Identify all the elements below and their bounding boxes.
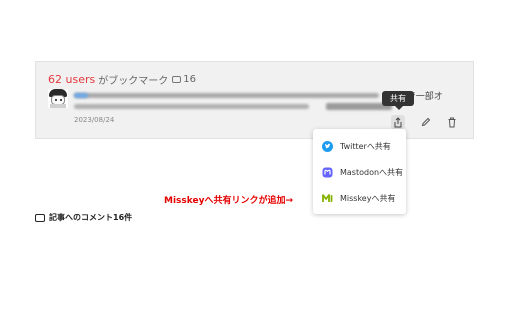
comment-bubble-icon <box>35 213 45 222</box>
blurred-username <box>74 93 88 98</box>
share-button[interactable] <box>391 115 405 129</box>
blurred-comment-line <box>74 104 309 109</box>
twitter-icon <box>322 140 333 152</box>
share-menu-item-misskey[interactable]: Misskeyへ共有 <box>313 185 406 211</box>
blurred-comment-line <box>74 93 379 98</box>
share-tooltip: 共有 <box>382 91 414 110</box>
share-menu-label: Twitterへ共有 <box>340 141 391 151</box>
share-icon <box>394 116 402 127</box>
bookmark-title-suffix: がブックマーク <box>98 76 169 87</box>
share-menu-item-mastodon[interactable]: Mastodonへ共有 <box>313 159 406 185</box>
share-menu-label: Misskeyへ共有 <box>340 193 396 203</box>
trash-icon <box>448 117 456 127</box>
bookmark-header: 62 users がブックマーク 16 <box>48 72 196 87</box>
share-menu-label: Mastodonへ共有 <box>340 167 404 177</box>
mastodon-icon <box>322 167 333 178</box>
edit-button[interactable] <box>419 115 433 129</box>
bookmark-user-count[interactable]: 62 users <box>48 73 95 86</box>
page: 62 users がブックマーク 16 ns+ で一部オ 2023/08/24 <box>0 0 512 320</box>
misskey-icon <box>322 193 333 204</box>
share-menu: Twitterへ共有 Mastodonへ共有 Misskeyへ共有 <box>313 129 406 214</box>
bookmark-date[interactable]: 2023/08/24 <box>74 116 114 124</box>
pencil-icon <box>421 117 431 127</box>
annotation-callout: Misskeyへ共有リンクが追加→ <box>164 196 294 206</box>
delete-button[interactable] <box>445 115 459 129</box>
bookmark-comment-count: 16 <box>183 74 196 85</box>
comments-heading: 記事へのコメント16件 <box>35 212 132 223</box>
comments-heading-label: 記事へのコメント16件 <box>49 213 133 222</box>
share-menu-item-twitter[interactable]: Twitterへ共有 <box>313 133 406 159</box>
avatar[interactable] <box>48 89 68 108</box>
comment-bubble-icon <box>172 76 182 83</box>
